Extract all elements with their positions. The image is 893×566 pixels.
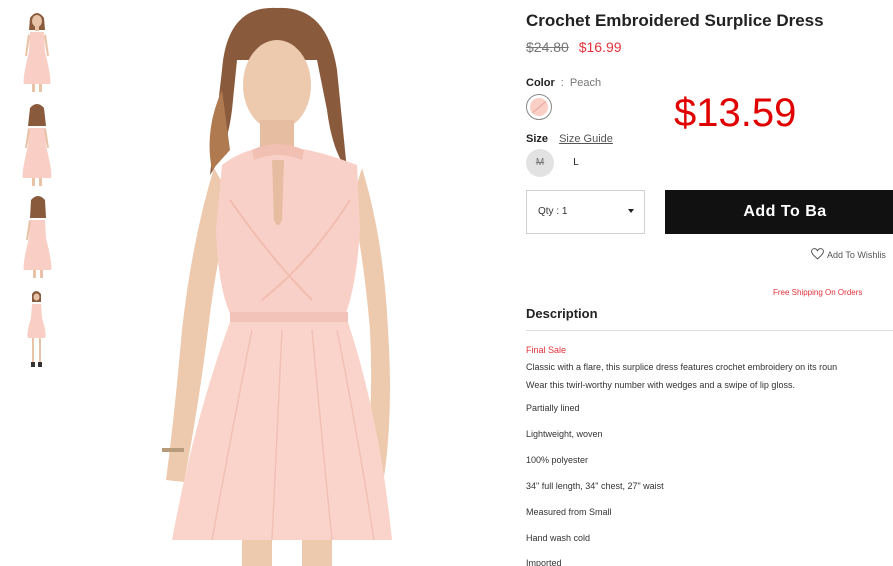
heart-icon [811,248,824,260]
thumbnail-front-image [14,8,60,94]
add-to-bag-button[interactable]: Add To Ba [665,190,893,234]
size-label: Size [526,133,549,145]
overlay-price: $13.59 [674,91,797,135]
product-info: Crochet Embroidered Surplice Dress $24.8… [526,0,893,566]
feature-lining: Partially lined [526,403,580,413]
feature-measured-size: Measured from Small [526,507,612,517]
caret-down-icon [628,209,634,213]
swatch-fill [530,98,548,116]
sale-price: $16.99 [578,39,622,55]
main-product-photo [112,0,468,566]
description-divider [526,330,893,331]
original-price: $24.80 [526,39,569,55]
size-label-row: Size Size Guide [526,133,613,145]
feature-measurements: 34" full length, 34" chest, 27" waist [526,481,664,491]
price-row: $24.80 $16.99 [526,39,622,55]
thumbnail-full-length[interactable] [14,286,60,372]
size-option-l[interactable]: L [562,149,590,177]
feature-origin: Imported [526,558,562,566]
quantity-value: Qty : 1 [538,206,568,217]
description-line-1: Classic with a flare, this surplice dres… [526,362,838,372]
product-title: Crochet Embroidered Surplice Dress [526,11,824,30]
size-guide-link[interactable]: Size Guide [559,133,613,145]
wishlist-label: Add To Wishlis [827,250,886,260]
color-value: Peach [569,77,602,89]
add-to-wishlist-link[interactable]: Add To Wishlis [811,248,886,260]
size-option-m[interactable]: M [526,149,554,177]
feature-weight: Lightweight, woven [526,429,603,439]
color-swatch-peach[interactable] [526,94,552,120]
thumbnail-back-image [14,102,60,188]
free-shipping-notice: Free Shipping On Orders [773,288,863,297]
description-heading[interactable]: Description [526,306,598,321]
feature-care: Hand wash cold [526,533,591,543]
color-separator: : [560,77,564,89]
color-label: Color : Peach [526,77,601,89]
thumbnail-full-length-image [14,286,60,372]
description-line-2: Wear this twirl-worthy number with wedge… [526,380,795,390]
feature-material: 100% polyester [526,455,589,465]
thumbnail-back[interactable] [14,102,60,188]
color-label-text: Color [526,77,555,89]
thumbnail-side-back[interactable] [14,194,60,280]
thumbnail-side-back-image [14,194,60,280]
main-product-image[interactable] [112,0,468,566]
quantity-select[interactable]: Qty : 1 [526,190,645,234]
final-sale-label: Final Sale [526,345,567,355]
thumbnail-front[interactable] [14,8,60,94]
